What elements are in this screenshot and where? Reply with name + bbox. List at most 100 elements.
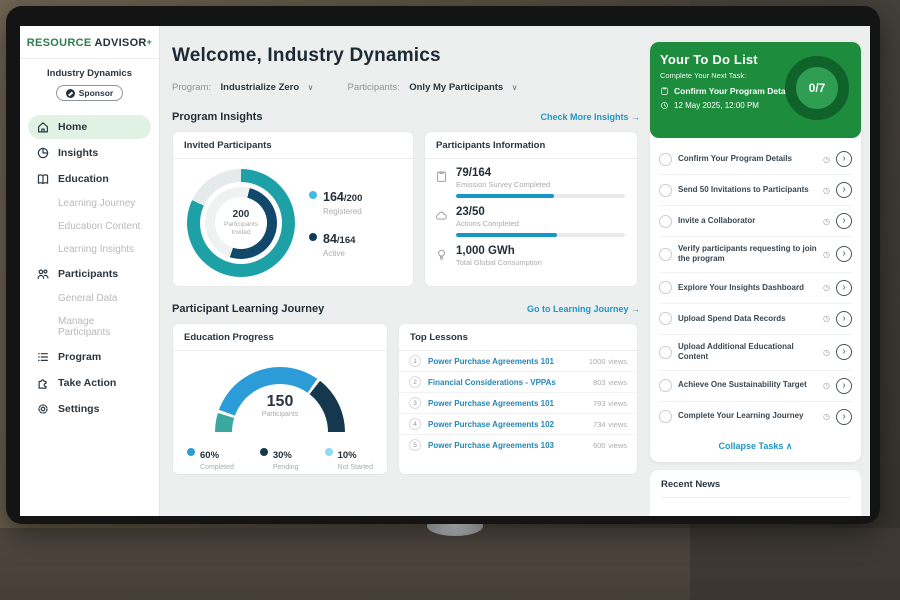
sidebar-item-education-content[interactable]: Education Content	[28, 216, 151, 237]
task-go-button[interactable]: ›	[836, 151, 852, 167]
stat-emission-survey: 79/164 Emission Survey Completed	[425, 159, 637, 198]
education-gauge-chart: 150 Participants	[215, 367, 345, 433]
clock-icon: ◷	[823, 283, 830, 292]
sidebar-item-manage-participants[interactable]: Manage Participants	[28, 311, 151, 343]
task-checkbox[interactable]	[659, 248, 672, 261]
lesson-rank: 1	[409, 355, 421, 367]
progress-fill	[456, 233, 557, 237]
cloud-icon	[435, 209, 448, 222]
participants-value: Only My Participants	[409, 82, 503, 93]
lesson-link[interactable]: Power Purchase Agreements 102	[428, 420, 586, 429]
clock-icon: ◷	[823, 155, 830, 164]
stat-label: Actions Completed	[456, 219, 625, 228]
clock-icon: ◷	[823, 412, 830, 421]
progress-fill	[456, 194, 554, 198]
task-go-button[interactable]: ›	[836, 246, 852, 262]
photo-backdrop: RESOURCE ADVISOR+ Industry Dynamics Spon…	[0, 0, 900, 600]
legend-dot	[309, 191, 317, 199]
task-row: Upload Additional Educational Content ◷ …	[659, 335, 852, 371]
lesson-link[interactable]: Financial Considerations - VPPAs	[428, 378, 586, 387]
lesson-views: 600	[593, 441, 606, 450]
chevron-up-icon: ∧	[786, 441, 793, 451]
legend-dot	[260, 448, 268, 456]
program-value: Industrialize Zero	[221, 82, 300, 93]
sidebar-item-label: Take Action	[58, 377, 116, 389]
task-row: Verify participants requesting to join t…	[659, 237, 852, 273]
task-checkbox[interactable]	[659, 153, 672, 166]
lesson-row: 2 Financial Considerations - VPPAs 803 v…	[399, 372, 637, 393]
task-go-button[interactable]: ›	[836, 344, 852, 360]
clipboard-icon	[660, 86, 669, 96]
sidebar-item-take-action[interactable]: Take Action	[28, 371, 151, 395]
lesson-row: 5 Power Purchase Agreements 103 600 view…	[399, 435, 637, 455]
stat-value: 79/164	[456, 167, 625, 179]
lesson-rank: 2	[409, 376, 421, 388]
chevron-down-icon: ∨	[308, 83, 314, 92]
sidebar-item-general-data[interactable]: General Data	[28, 288, 151, 309]
task-checkbox[interactable]	[659, 281, 672, 294]
arrow-right-icon: →	[631, 112, 640, 122]
clock-icon	[660, 101, 669, 110]
arrow-right-icon: →	[631, 304, 640, 314]
task-go-button[interactable]: ›	[836, 182, 852, 198]
sidebar-item-learning-journey[interactable]: Learning Journey	[28, 193, 151, 214]
program-dropdown[interactable]: Program: Industrialize Zero ∨	[172, 77, 314, 95]
lesson-views: 734	[593, 420, 606, 429]
todo-card: Your To Do List Complete Your Next Task:…	[650, 42, 861, 462]
card-title: Top Lessons	[399, 324, 637, 351]
lesson-link[interactable]: Power Purchase Agreements 101	[428, 357, 582, 366]
legend-label: Active	[323, 249, 355, 258]
check-more-insights-link[interactable]: Check More Insights →	[540, 112, 640, 122]
task-row: Complete Your Learning Journey ◷ ›	[659, 402, 852, 432]
go-to-learning-journey-link[interactable]: Go to Learning Journey →	[527, 304, 640, 314]
chevron-right-icon: ›	[842, 411, 845, 422]
lesson-views: 803	[593, 378, 606, 387]
task-go-button[interactable]: ›	[836, 311, 852, 327]
participants-information-card: Participants Information 79/164 Emission…	[424, 131, 638, 287]
next-task-label: Confirm Your Program Details	[674, 86, 795, 96]
chevron-right-icon: ›	[842, 248, 845, 259]
sidebar-item-settings[interactable]: Settings	[28, 397, 151, 421]
education-progress-card: Education Progress 150 Participants	[172, 323, 388, 475]
sidebar-item-education[interactable]: Education	[28, 167, 151, 191]
sidebar-item-participants[interactable]: Participants	[28, 262, 151, 286]
task-go-button[interactable]: ›	[836, 409, 852, 425]
todo-progress-value: 0/7	[809, 81, 826, 95]
task-go-button[interactable]: ›	[836, 213, 852, 229]
lesson-rank: 3	[409, 397, 421, 409]
gauge-legend: 60% Completed 30% Pending 10%	[173, 433, 387, 471]
collapse-tasks-link[interactable]: Collapse Tasks ∧	[650, 432, 861, 462]
task-go-button[interactable]: ›	[836, 378, 852, 394]
task-go-button[interactable]: ›	[836, 280, 852, 296]
stat-actions-completed: 23/50 Actions Completed	[425, 198, 637, 237]
gauge-center-label: Participants	[215, 411, 345, 418]
task-row: Upload Spend Data Records ◷ ›	[659, 304, 852, 335]
link-label: Check More Insights	[540, 112, 628, 122]
views-suffix: views	[608, 399, 627, 408]
filter-bar: Program: Industrialize Zero ∨ Participan…	[172, 77, 640, 95]
task-checkbox[interactable]	[659, 215, 672, 228]
task-checkbox[interactable]	[659, 379, 672, 392]
logo-plus: +	[147, 37, 153, 47]
sidebar-item-label: Participants	[58, 268, 118, 280]
donut-center: 200 Participants Invited	[187, 169, 295, 277]
stat-value: 23/50	[456, 206, 625, 218]
legend-total: /164	[337, 235, 356, 246]
sidebar-item-insights[interactable]: Insights	[28, 141, 151, 165]
clock-icon: ◷	[823, 186, 830, 195]
clock-icon: ◷	[823, 381, 830, 390]
lesson-link[interactable]: Power Purchase Agreements 103	[428, 441, 586, 450]
lesson-link[interactable]: Power Purchase Agreements 101	[428, 399, 586, 408]
clock-icon: ◷	[823, 250, 830, 259]
todo-progress-ring: 0/7	[785, 56, 849, 120]
insights-icon	[36, 146, 50, 160]
sidebar-item-program[interactable]: Program	[28, 345, 151, 369]
task-checkbox[interactable]	[659, 184, 672, 197]
task-checkbox[interactable]	[659, 312, 672, 325]
sidebar-item-home[interactable]: Home	[28, 115, 151, 139]
task-checkbox[interactable]	[659, 346, 672, 359]
legend-pending: 30% Pending	[260, 445, 299, 471]
sidebar-item-learning-insights[interactable]: Learning Insights	[28, 239, 151, 260]
task-checkbox[interactable]	[659, 410, 672, 423]
participants-dropdown[interactable]: Participants: Only My Participants ∨	[348, 77, 518, 95]
